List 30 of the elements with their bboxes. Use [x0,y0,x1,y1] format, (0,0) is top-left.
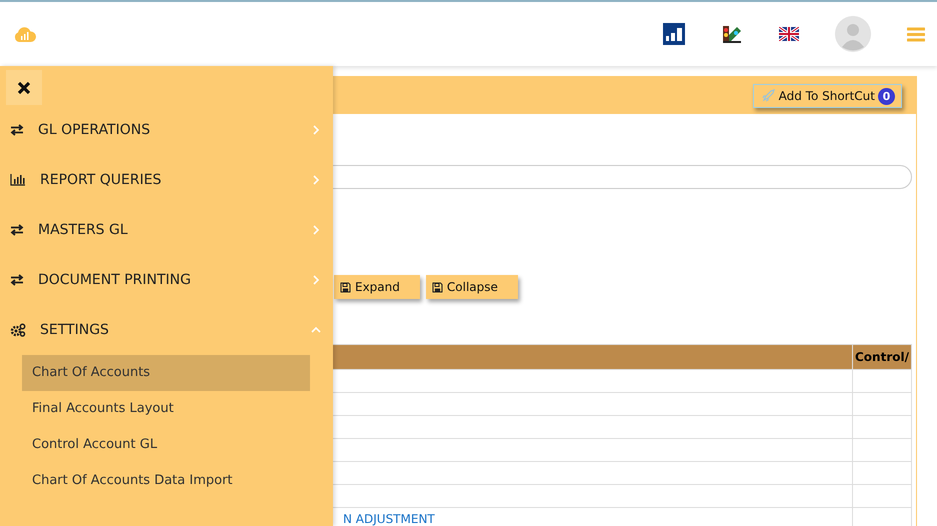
toolbar-button[interactable]: Collapse [426,275,518,299]
chevron-right-icon [311,275,321,285]
menu-item[interactable]: DOCUMENT PRINTING [0,255,333,305]
exchange-icon [10,224,24,236]
exchange-icon [10,124,24,136]
submenu-item[interactable]: Chart Of Accounts Data Import [22,463,310,499]
menu-item[interactable]: MASTERS GL [0,205,333,255]
count-badge: 0 [878,88,895,104]
gears-icon [10,323,26,337]
column-header: Control/ [852,344,912,370]
menu-item[interactable]: SETTINGS [0,305,333,355]
exchange-icon [10,274,24,286]
submenu-item[interactable]: Final Accounts Layout [22,391,310,427]
flag-icon[interactable] [779,27,799,41]
rocket-icon [762,89,775,102]
chevron-right-icon [311,225,321,235]
account-link[interactable]: N ADJUSTMENT [343,512,435,526]
chevron-right-icon [311,175,321,185]
chevron-right-icon [311,125,321,135]
palette-icon[interactable] [721,23,743,45]
bar-chart-icon [10,174,26,186]
add-to-shortcut-button[interactable]: Add To ShortCut 0 [752,84,902,108]
close-icon [17,80,31,94]
close-button[interactable] [6,70,42,105]
toolbar-button[interactable]: Expand [334,275,420,299]
menu-item[interactable]: REPORT QUERIES [0,155,333,205]
chevron-up-icon [311,325,321,335]
submenu-item[interactable]: Control Account GL [22,427,310,463]
menu-item[interactable]: GL OPERATIONS [0,105,333,155]
submenu-item[interactable]: Chart Of Accounts [22,355,310,391]
